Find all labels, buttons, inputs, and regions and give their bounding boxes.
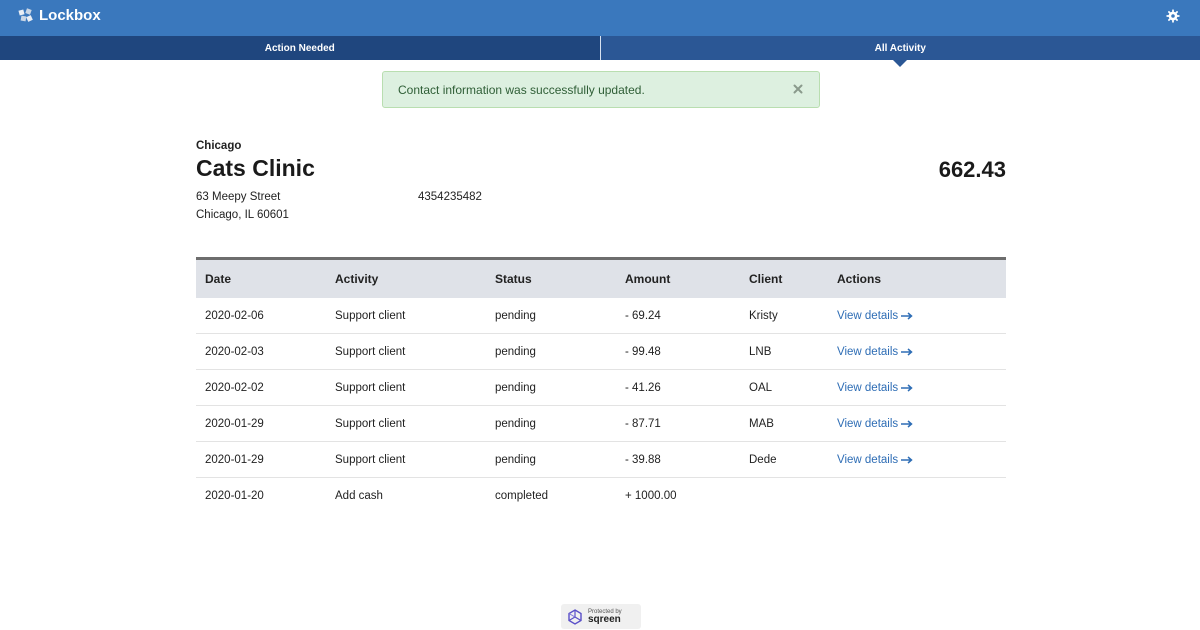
cell-activity: Support client [335, 417, 406, 430]
cell-client: OAL [749, 381, 773, 394]
link-label: View details [837, 309, 899, 322]
account-city-state: Chicago, IL 60601 [196, 209, 289, 221]
gear-icon[interactable] [1166, 9, 1180, 23]
table-row: 2020-02-03 Support client pending - 99.4… [196, 334, 1006, 370]
activity-table: Date Activity Status Amount Client Actio… [196, 257, 1006, 514]
cell-amount: - 87.71 [625, 417, 661, 430]
success-alert: Contact information was successfully upd… [382, 71, 820, 108]
cell-date: 2020-02-02 [205, 381, 264, 394]
cell-actions: View details [837, 454, 1006, 466]
header-client: Client [749, 272, 783, 286]
header-activity: Activity [335, 272, 379, 286]
table-row: 2020-01-20 Add cash completed + 1000.00 [196, 478, 1006, 514]
tab-all-activity[interactable]: All Activity [600, 36, 1200, 67]
brand[interactable]: Lockbox [18, 7, 101, 24]
arrow-right-icon [901, 347, 913, 356]
cell-amount: + 1000.00 [625, 490, 677, 502]
view-details-link[interactable]: View details [837, 454, 913, 466]
arrow-right-icon [901, 311, 913, 320]
view-details-link[interactable]: View details [837, 382, 913, 394]
cell-date: 2020-02-06 [205, 309, 264, 322]
cell-amount: - 39.88 [625, 453, 661, 466]
cell-amount: - 69.24 [625, 309, 661, 322]
cell-status: completed [495, 490, 549, 502]
cell-status: pending [495, 417, 536, 430]
close-icon[interactable] [791, 82, 805, 96]
header-actions: Actions [837, 272, 882, 286]
badge-text: Protected by sqreen [588, 609, 622, 625]
link-label: View details [837, 453, 899, 466]
cell-activity: Add cash [335, 490, 383, 502]
arrow-right-icon [901, 419, 913, 428]
cell-client: LNB [749, 345, 772, 358]
cell-amount: - 99.48 [625, 345, 661, 358]
view-details-link[interactable]: View details [837, 346, 913, 358]
cell-status: pending [495, 309, 536, 322]
table-row: 2020-02-06 Support client pending - 69.2… [196, 298, 1006, 334]
cell-date: 2020-02-03 [205, 345, 264, 358]
cell-activity: Support client [335, 309, 406, 322]
link-label: View details [837, 381, 899, 394]
table-row: 2020-01-29 Support client pending - 39.8… [196, 442, 1006, 478]
view-details-link[interactable]: View details [837, 310, 913, 322]
cell-client: MAB [749, 417, 774, 430]
table-header: Date Activity Status Amount Client Actio… [196, 260, 1006, 298]
sqreen-brand-label: sqreen [588, 613, 621, 625]
account-street: 63 Meepy Street [196, 191, 281, 203]
cell-status: pending [495, 345, 536, 358]
cell-date: 2020-01-20 [205, 490, 264, 502]
arrow-right-icon [901, 383, 913, 392]
active-tab-caret [893, 60, 908, 67]
table-row: 2020-01-29 Support client pending - 87.7… [196, 406, 1006, 442]
account-name: Cats Clinic [196, 155, 315, 181]
table-row: 2020-02-02 Support client pending - 41.2… [196, 370, 1006, 406]
header-amount: Amount [625, 272, 671, 286]
cell-client: Kristy [749, 309, 778, 322]
link-label: View details [837, 417, 899, 430]
cell-actions: View details [837, 310, 1006, 322]
cell-date: 2020-01-29 [205, 453, 264, 466]
cell-status: pending [495, 453, 536, 466]
app-title: Lockbox [39, 7, 101, 24]
cell-actions: View details [837, 418, 1006, 430]
account-balance: 662.43 [938, 157, 1006, 182]
account-city: Chicago [196, 140, 242, 152]
view-details-link[interactable]: View details [837, 418, 913, 430]
tab-label: Action Needed [264, 42, 335, 54]
account-phone: 4354235482 [418, 191, 482, 203]
link-label: View details [837, 345, 899, 358]
tab-bar: Action Needed All Activity [0, 36, 1200, 67]
cell-actions: View details [837, 382, 1006, 394]
cell-activity: Support client [335, 453, 406, 466]
cell-amount: - 41.26 [625, 381, 661, 394]
header-date: Date [205, 272, 232, 286]
sqreen-badge[interactable]: Protected by sqreen [561, 604, 641, 629]
tab-action-needed[interactable]: Action Needed [0, 36, 601, 60]
top-bar: Lockbox [0, 0, 1200, 36]
tab-label: All Activity [874, 42, 926, 54]
cell-actions: View details [837, 346, 1006, 358]
header-status: Status [495, 272, 532, 286]
cell-status: pending [495, 381, 536, 394]
sqreen-logo-icon [568, 608, 582, 625]
cell-client: Dede [749, 453, 777, 466]
cell-activity: Support client [335, 345, 406, 358]
cell-date: 2020-01-29 [205, 417, 264, 430]
cell-activity: Support client [335, 381, 406, 394]
lockbox-logo-icon [18, 7, 33, 22]
alert-message: Contact information was successfully upd… [398, 83, 645, 97]
arrow-right-icon [901, 455, 913, 464]
